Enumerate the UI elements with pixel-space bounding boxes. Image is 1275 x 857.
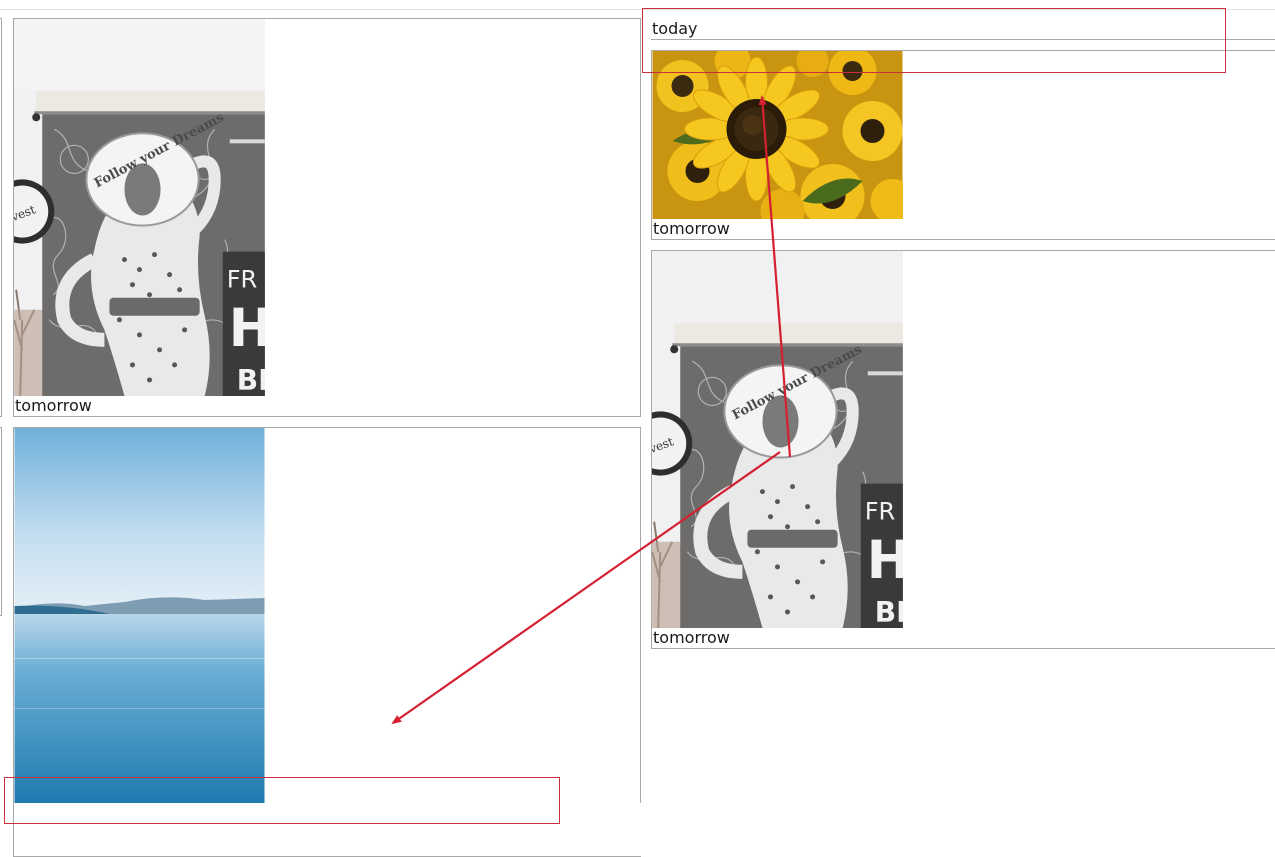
today-heading: today bbox=[652, 19, 698, 38]
mural-sign-text-1: FR bbox=[865, 498, 896, 526]
mural-sign-text-2: H bbox=[867, 531, 903, 591]
masonry-card-1[interactable]: FR H BI vest Follow your Dreams tomorrow bbox=[13, 18, 641, 417]
mural-image-2: FR H BI vest Follow your Dreams bbox=[652, 251, 903, 628]
mural-sign-text-2: H bbox=[229, 299, 265, 359]
masonry-card-2[interactable] bbox=[13, 427, 641, 857]
masonry-card-4[interactable]: FR H BI vest Follow your Dreams tomorrow bbox=[651, 250, 1275, 649]
left-edge-card-stub-2 bbox=[0, 427, 2, 616]
sunflower-image bbox=[652, 51, 903, 219]
mural-sign-text-3: BI bbox=[237, 364, 265, 396]
lake-image bbox=[14, 428, 265, 803]
mural-image: FR H BI vest Follow your Dreams bbox=[14, 19, 265, 396]
card-caption: tomorrow bbox=[653, 628, 730, 647]
left-edge-card-stub-1 bbox=[0, 18, 2, 417]
today-underline bbox=[651, 39, 1275, 40]
mural-sign-text-3: BI bbox=[875, 596, 903, 628]
card-caption: tomorrow bbox=[15, 396, 92, 415]
masonry-card-3[interactable]: tomorrow bbox=[651, 50, 1275, 240]
card-caption: tomorrow bbox=[653, 219, 730, 238]
top-divider bbox=[0, 9, 1275, 10]
mural-sign-text-1: FR bbox=[227, 266, 258, 294]
left-column-divider bbox=[640, 427, 641, 803]
